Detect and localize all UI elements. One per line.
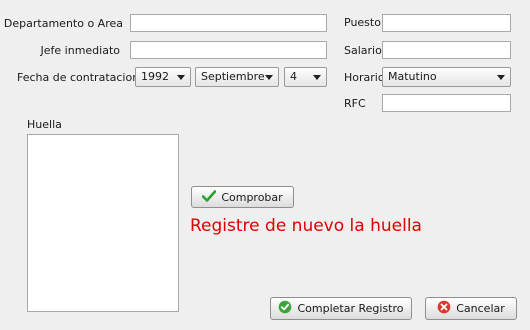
puesto-label: Puesto <box>344 16 381 29</box>
rfc-input[interactable] <box>382 94 511 112</box>
horario-label: Horario <box>344 71 385 84</box>
cancelar-button[interactable]: Cancelar <box>425 297 517 320</box>
salario-input[interactable] <box>382 41 511 59</box>
salario-label: Salario <box>344 44 382 57</box>
month-select[interactable]: Septiembre <box>195 67 279 87</box>
rfc-label: RFC <box>344 97 366 110</box>
departamento-input[interactable] <box>130 14 327 32</box>
year-select-value: 1992 <box>141 70 169 83</box>
chevron-down-icon <box>177 75 185 80</box>
green-checkmark-icon <box>202 189 217 205</box>
day-select-value: 4 <box>290 70 297 83</box>
jefe-inmediato-label: Jefe inmediato <box>40 44 120 57</box>
horario-select-value: Matutino <box>388 70 437 83</box>
chevron-down-icon <box>313 75 321 80</box>
year-select[interactable]: 1992 <box>135 67 191 87</box>
day-select[interactable]: 4 <box>284 67 327 87</box>
completar-registro-label: Completar Registro <box>297 302 404 315</box>
departamento-label: Departamento o Area <box>3 17 123 30</box>
month-select-value: Septiembre <box>201 70 265 83</box>
jefe-inmediato-input[interactable] <box>130 41 327 59</box>
status-message: Registre de nuevo la huella <box>190 216 422 236</box>
comprobar-button[interactable]: Comprobar <box>191 186 294 208</box>
green-circle-check-icon <box>278 300 292 317</box>
fecha-contratacion-label: Fecha de contratacion <box>17 71 140 84</box>
fingerprint-image-area <box>27 134 179 312</box>
chevron-down-icon <box>265 75 273 80</box>
horario-select[interactable]: Matutino <box>382 67 511 87</box>
huella-label: Huella <box>27 118 62 131</box>
puesto-input[interactable] <box>382 14 511 32</box>
chevron-down-icon <box>497 75 505 80</box>
cancelar-label: Cancelar <box>456 302 505 315</box>
comprobar-button-label: Comprobar <box>221 190 283 204</box>
red-circle-x-icon <box>437 300 451 317</box>
completar-registro-button[interactable]: Completar Registro <box>270 297 412 320</box>
